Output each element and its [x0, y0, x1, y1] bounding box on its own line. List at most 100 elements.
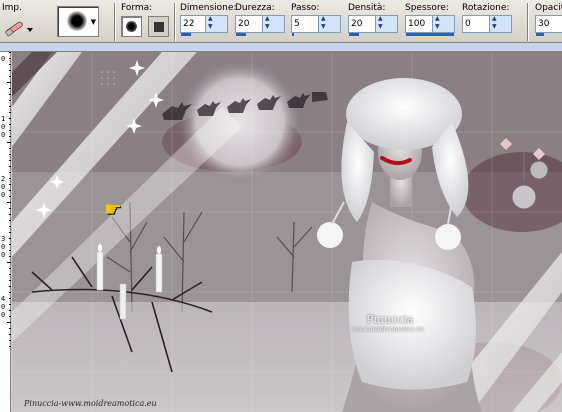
ruler-tick — [9, 274, 11, 275]
step-value: 5 — [294, 19, 300, 29]
ruler-digit: 0 — [1, 311, 6, 319]
ruler-tick — [9, 160, 11, 161]
rotation-field[interactable]: 0 ▲ ▼ — [462, 15, 512, 33]
separator — [114, 3, 116, 41]
ruler-tick — [9, 94, 11, 95]
rotation-label: Rotazione: — [462, 3, 510, 13]
ruler-tick — [9, 334, 11, 335]
opacity-value: 30 — [538, 19, 550, 29]
spin-up-icon[interactable]: ▲ — [492, 15, 497, 22]
separator — [527, 3, 529, 41]
ruler-tick — [9, 316, 11, 317]
ruler-tick — [9, 280, 11, 281]
hardness-value: 20 — [238, 19, 250, 29]
hardness-level-bar — [236, 33, 246, 36]
ruler-tick — [9, 184, 11, 185]
ruler-digit: 3 — [1, 235, 6, 243]
ruler-tick — [9, 112, 11, 113]
spin-up-icon[interactable]: ▲ — [378, 15, 383, 22]
spin-up-icon[interactable]: ▲ — [321, 15, 326, 22]
pointing-hand-cursor-icon: ☛ — [104, 197, 122, 221]
thickness-spinner[interactable]: ▲ ▼ — [432, 15, 454, 32]
ruler-tick — [9, 148, 11, 149]
ruler-tick — [9, 250, 11, 251]
ruler-tick — [9, 226, 11, 227]
square-shape-icon — [154, 22, 164, 32]
chevron-down-icon: ▼ — [90, 18, 96, 26]
spin-down-icon[interactable]: ▼ — [265, 23, 270, 30]
ruler-digit: 4 — [1, 295, 6, 303]
density-spinner[interactable]: ▲ ▼ — [375, 15, 397, 32]
watermark-name: Pinuccia — [366, 313, 414, 326]
rotation-spinner[interactable]: ▲ ▼ — [489, 15, 511, 32]
ruler-tick — [9, 286, 11, 287]
hardness-field[interactable]: 20 ▲ ▼ — [235, 15, 285, 36]
brush-preset-icon — [4, 21, 33, 37]
step-field[interactable]: 5 ▲ ▼ — [291, 15, 341, 36]
density-field[interactable]: 20 ▲ ▼ — [348, 15, 398, 36]
hardness-label: Durezza: — [235, 3, 275, 13]
ruler-tick — [7, 262, 11, 263]
spin-up-icon[interactable]: ▲ — [208, 15, 213, 22]
brush-tip-selector[interactable]: ▼ — [57, 6, 99, 37]
ruler-tick — [7, 82, 11, 83]
ruler-tick — [7, 142, 11, 143]
ruler-digit: 0 — [1, 303, 6, 311]
ruler-tick — [9, 292, 11, 293]
shape-round-button[interactable] — [121, 16, 142, 37]
round-shape-icon — [126, 21, 137, 32]
spin-down-icon[interactable]: ▼ — [492, 23, 497, 30]
size-field[interactable]: 22 ▲ ▼ — [180, 15, 228, 36]
size-label: Dimensione: — [180, 3, 237, 13]
ruler-digit: 0 — [1, 131, 6, 139]
spin-down-icon[interactable]: ▼ — [378, 23, 383, 30]
ruler-tick — [9, 328, 11, 329]
step-spinner[interactable]: ▲ ▼ — [318, 15, 340, 32]
ruler-tick — [9, 166, 11, 167]
ruler-tick — [9, 154, 11, 155]
ruler-tick — [7, 202, 11, 203]
brush-tip-preview — [67, 11, 87, 31]
spin-down-icon[interactable]: ▼ — [435, 23, 440, 30]
ruler-tick — [9, 346, 11, 347]
spin-up-icon[interactable]: ▲ — [265, 15, 270, 22]
ruler-tick — [9, 178, 11, 179]
spin-down-icon[interactable]: ▼ — [321, 23, 326, 30]
ruler-digit: 1 — [1, 115, 6, 123]
ruler-digit: 0 — [1, 243, 6, 251]
artwork — [12, 52, 562, 412]
ruler-tick — [9, 136, 11, 137]
ruler-tick — [9, 208, 11, 209]
ruler-tick — [9, 340, 11, 341]
ruler-digit: 2 — [1, 175, 6, 183]
ruler-tick — [9, 124, 11, 125]
opacity-field[interactable]: 30 — [535, 15, 562, 36]
ruler-tick — [9, 232, 11, 233]
preset-dropdown[interactable] — [3, 16, 35, 38]
ruler-tick — [9, 106, 11, 107]
ruler-tick — [9, 130, 11, 131]
opacity-level-bar — [536, 33, 544, 36]
spin-up-icon[interactable]: ▲ — [435, 15, 440, 22]
ruler-tick — [9, 268, 11, 269]
step-level-bar — [292, 33, 295, 36]
ruler-digit: 0 — [1, 183, 6, 191]
ruler-tick — [9, 310, 11, 311]
spin-down-icon[interactable]: ▼ — [208, 23, 213, 30]
ruler-digit: 0 — [1, 191, 6, 199]
ruler-tick — [9, 118, 11, 119]
thickness-field[interactable]: 100 ▲ ▼ — [405, 15, 455, 36]
ruler-tick — [9, 64, 11, 65]
separator — [174, 3, 176, 41]
size-spinner[interactable]: ▲ ▼ — [205, 15, 227, 32]
ruler-tick — [9, 58, 11, 59]
ruler-tick — [9, 256, 11, 257]
hardness-spinner[interactable]: ▲ ▼ — [262, 15, 284, 32]
size-value: 22 — [183, 19, 195, 29]
brush-options-toolbar: Imp. ▼ Forma: Dimensione: 22 ▲ ▼ Durezza:… — [0, 0, 562, 43]
horizontal-ruler — [0, 43, 562, 52]
ruler-tick — [9, 100, 11, 101]
image-canvas[interactable]: Pinuccia www.moidreamotica.eu Pinuccia-w… — [12, 52, 562, 412]
shape-square-button[interactable] — [148, 16, 169, 37]
ruler-tick — [9, 244, 11, 245]
